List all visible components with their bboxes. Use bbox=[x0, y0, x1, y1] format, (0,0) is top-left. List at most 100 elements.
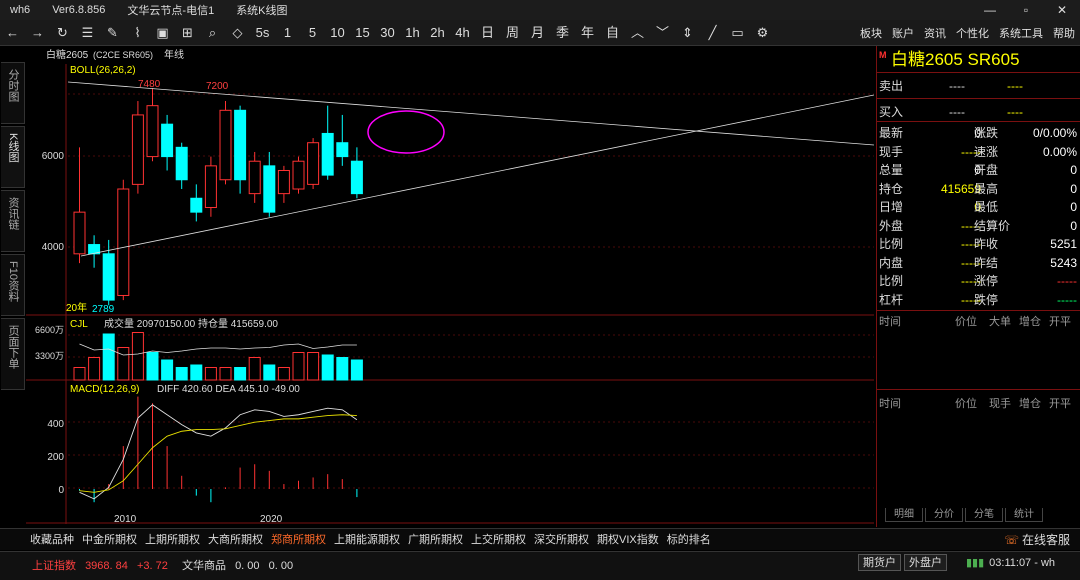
menu-help[interactable]: 帮助 bbox=[1053, 25, 1075, 41]
service-label: 在线客服 bbox=[1021, 533, 1070, 547]
period-0[interactable]: 5s bbox=[250, 20, 275, 46]
exchange-tab-5[interactable]: 上期能源期权 bbox=[330, 530, 404, 550]
period-11[interactable]: 月 bbox=[525, 20, 550, 46]
online-service-button[interactable]: ☏ 在线客服 bbox=[1004, 531, 1070, 548]
index-ticker[interactable]: 上证指数 3968. 84 +3. 72 bbox=[32, 557, 168, 573]
exchange-tab-0[interactable]: 收藏品种 bbox=[26, 530, 78, 550]
zoom-out-icon[interactable]: ﹀ bbox=[650, 20, 675, 46]
period-2[interactable]: 5 bbox=[300, 20, 325, 46]
period-3[interactable]: 10 bbox=[325, 20, 350, 46]
exchange-tab-4[interactable]: 郑商所期权 bbox=[267, 530, 330, 550]
exchange-tab-8[interactable]: 深交所期权 bbox=[530, 530, 593, 550]
trend-line-lower bbox=[80, 94, 874, 257]
period-9[interactable]: 日 bbox=[475, 20, 500, 46]
tab-stats[interactable]: 统计 bbox=[1005, 508, 1043, 522]
quote-title: 白糖2605 SR605 bbox=[891, 50, 1020, 69]
exchange-tab-6[interactable]: 广期所期权 bbox=[404, 530, 467, 550]
col-oi-change: 增仓 bbox=[1019, 398, 1041, 410]
kline-chart[interactable]: 白糖2605 (C2CE SR605) 年线 BOLL(26,26,2) 720… bbox=[26, 46, 874, 527]
foreign-account-button[interactable]: 外盘户 bbox=[904, 554, 947, 571]
period-6[interactable]: 1h bbox=[400, 20, 425, 46]
quote-row: 内盘 ----- 昨结 5243 bbox=[877, 254, 1080, 272]
tab-detail[interactable]: 明细 bbox=[885, 508, 923, 522]
exchange-tab-7[interactable]: 上交所期权 bbox=[467, 530, 530, 550]
image-icon[interactable]: ▣ bbox=[150, 20, 175, 46]
chart-icon[interactable]: ⌇ bbox=[125, 20, 150, 46]
minimize-icon[interactable]: — bbox=[972, 0, 1008, 20]
tab-price-dist[interactable]: 分价 bbox=[925, 508, 963, 522]
exchange-tab-2[interactable]: 上期所期权 bbox=[141, 530, 204, 550]
menu-tools[interactable]: 系统工具 bbox=[999, 25, 1043, 41]
tab-label: 资讯链 bbox=[7, 197, 19, 230]
period-13[interactable]: 年 bbox=[575, 20, 600, 46]
candle-body bbox=[146, 105, 159, 158]
close-icon[interactable]: ✕ bbox=[1044, 0, 1080, 20]
tab-ticks[interactable]: 分笔 bbox=[965, 508, 1003, 522]
settings-icon[interactable]: ⚙ bbox=[750, 20, 775, 46]
rect-icon[interactable]: ▭ bbox=[725, 20, 750, 46]
quote-row: 总量 0 开盘 0 bbox=[877, 161, 1080, 179]
sell-row: 卖出 ---- ---- bbox=[877, 77, 1080, 95]
tab-kline[interactable]: K线图 bbox=[1, 126, 25, 188]
restore-icon[interactable]: ▫ bbox=[1008, 0, 1044, 20]
kline-chart-area[interactable]: 白糖2605 (C2CE SR605) 年线 BOLL(26,26,2) 720… bbox=[26, 46, 874, 527]
exchange-tab-1[interactable]: 中金所期权 bbox=[78, 530, 141, 550]
goods-ticker[interactable]: 文华商品 0. 00 0. 00 bbox=[182, 557, 293, 573]
clock-text: 03:11:07 - wh bbox=[989, 557, 1056, 569]
tab-order[interactable]: 页面下单 bbox=[1, 318, 25, 390]
peak-label: 7480 bbox=[138, 79, 161, 90]
exchange-tab-3[interactable]: 大商所期权 bbox=[204, 530, 267, 550]
period-8[interactable]: 4h bbox=[450, 20, 475, 46]
draw-icon[interactable]: ✎ bbox=[100, 20, 125, 46]
exchange-tab-10[interactable]: 标的排名 bbox=[663, 530, 715, 550]
period-7[interactable]: 2h bbox=[425, 20, 450, 46]
menu-news[interactable]: 资讯 bbox=[924, 25, 946, 41]
instrument-code: (C2CE SR605) bbox=[93, 50, 153, 60]
period-4[interactable]: 15 bbox=[350, 20, 375, 46]
zoom-in-icon[interactable]: ︿ bbox=[625, 20, 650, 46]
period-selector[interactable]: 年线 bbox=[164, 48, 184, 61]
futures-account-button[interactable]: 期货户 bbox=[858, 554, 901, 571]
period-10[interactable]: 周 bbox=[500, 20, 525, 46]
forward-arrow-icon[interactable]: → bbox=[25, 20, 50, 46]
candle-body bbox=[321, 132, 334, 176]
menu-account[interactable]: 账户 bbox=[892, 25, 914, 41]
macd-diff-line bbox=[79, 404, 358, 500]
volume-bar bbox=[190, 364, 203, 381]
period-12[interactable]: 季 bbox=[550, 20, 575, 46]
menu-personalize[interactable]: 个性化 bbox=[956, 25, 989, 41]
tab-f10[interactable]: F10资料 bbox=[1, 254, 25, 316]
col-time: 时间 bbox=[879, 398, 901, 410]
trend-line-upper bbox=[67, 81, 874, 146]
quote-row: 外盘 ----- 结算价 0 bbox=[877, 217, 1080, 235]
candle-body bbox=[350, 160, 363, 195]
refresh-icon[interactable]: ↻ bbox=[50, 20, 75, 46]
volume-bar bbox=[102, 333, 115, 381]
menu-board[interactable]: 板块 bbox=[860, 25, 882, 41]
exchange-tab-9[interactable]: 期权VIX指数 bbox=[593, 530, 663, 550]
volume-bar bbox=[292, 352, 305, 381]
quote-label2: 速涨 bbox=[974, 144, 999, 159]
tab-news-chain[interactable]: 资讯链 bbox=[1, 190, 25, 252]
tab-timeshare[interactable]: 分时图 bbox=[1, 62, 25, 124]
candle-body bbox=[219, 109, 232, 181]
cursor-icon[interactable]: ⇕ bbox=[675, 20, 700, 46]
back-arrow-icon[interactable]: ← bbox=[0, 20, 25, 46]
x-label-2010: 2010 bbox=[114, 514, 137, 525]
stock-icon[interactable]: ◇ bbox=[225, 20, 250, 46]
col-price: 价位 bbox=[955, 316, 977, 328]
grid-icon[interactable]: ⊞ bbox=[175, 20, 200, 46]
period-14[interactable]: 自 bbox=[600, 20, 625, 46]
quote-value2: 0 bbox=[1070, 163, 1077, 177]
quote-label: 日增 bbox=[879, 200, 904, 214]
list-icon[interactable]: ☰ bbox=[75, 20, 100, 46]
buy-volume: ---- bbox=[1007, 105, 1023, 119]
quote-row: 最新 0 涨跌 0/0.00% bbox=[877, 124, 1080, 142]
period-1[interactable]: 1 bbox=[275, 20, 300, 46]
line-draw-icon[interactable]: ╱ bbox=[700, 20, 725, 46]
period-5[interactable]: 30 bbox=[375, 20, 400, 46]
title-bar: wh6 Ver6.8.856 文华云节点-电信1 系统K线图 — ▫ ✕ bbox=[0, 0, 1080, 20]
volume-bar bbox=[277, 367, 290, 381]
search-icon[interactable]: ⌕ bbox=[200, 20, 225, 46]
quote-value2: ----- bbox=[1057, 292, 1077, 307]
